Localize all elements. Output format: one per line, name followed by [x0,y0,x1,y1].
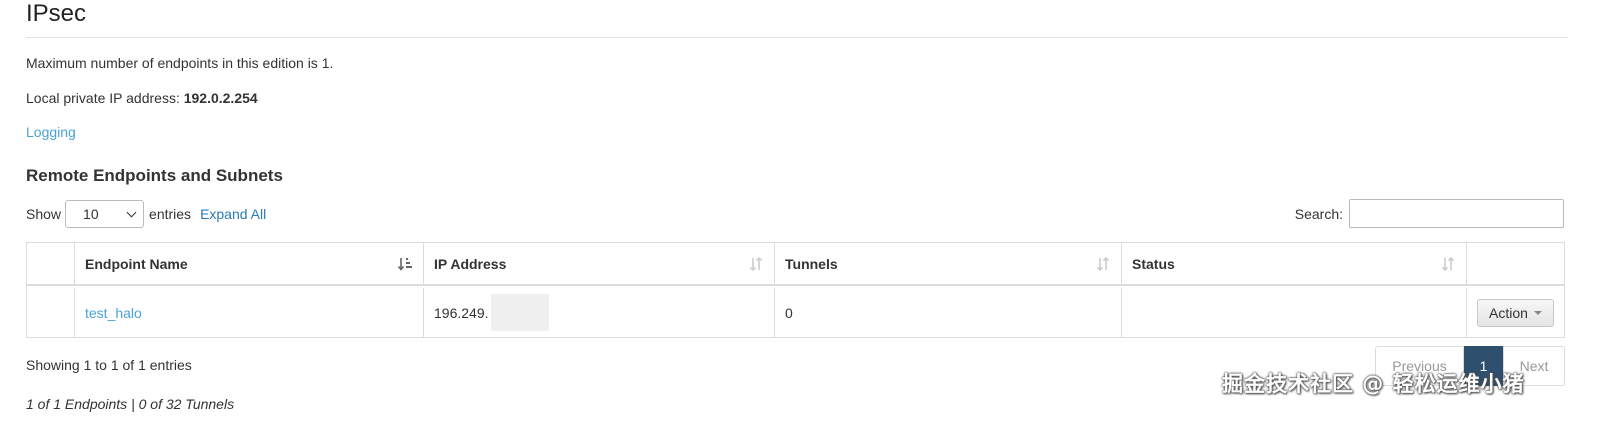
entries-label: entries [149,206,192,222]
search-input[interactable] [1349,199,1564,228]
tunnels-cell: 0 [775,288,1122,337]
expand-all-link[interactable]: Expand All [200,206,266,222]
logging-line: Logging [26,124,76,140]
ip-address-cell: 196.249. [424,288,775,337]
column-header-status[interactable]: Status [1122,243,1467,284]
endpoints-table: Endpoint Name IP Address Tunnels Status [26,242,1565,338]
tunnels-value: 0 [785,304,793,321]
logging-link[interactable]: Logging [26,124,76,140]
table-row: test_halo 196.249. 0 Action [27,288,1564,337]
local-ip-label: Local private IP address: [26,90,184,106]
action-cell: Action [1467,288,1564,337]
page-title: IPsec [26,0,87,27]
watermark: 掘金技术社区 @ 轻松运维小猪 [1222,372,1525,396]
local-ip-line: Local private IP address: 192.0.2.254 [26,90,258,106]
chevron-down-icon [126,207,137,217]
column-label: Endpoint Name [85,255,188,272]
table-header-row: Endpoint Name IP Address Tunnels Status [27,243,1564,286]
local-ip-value: 192.0.2.254 [183,90,258,106]
column-header-endpoint-name[interactable]: Endpoint Name [75,243,424,284]
table-info: Showing 1 to 1 of 1 entries [26,357,192,373]
search-label: Search: [1294,205,1343,222]
action-button[interactable]: Action [1477,298,1554,327]
header-action-column [1467,243,1564,284]
column-label: Tunnels [785,255,838,272]
sort-both-icon [749,256,763,272]
page-size-select[interactable]: 10 [65,200,145,228]
max-endpoints-text: Maximum number of endpoints in this edit… [26,55,334,71]
sort-both-icon [1096,256,1110,272]
title-divider [26,37,1568,38]
redacted-block [490,294,549,331]
ip-address-value: 196.249. [434,304,489,321]
sort-alpha-asc-icon [397,258,412,271]
column-header-ip-address[interactable]: IP Address [424,243,775,284]
section-title: Remote Endpoints and Subnets [26,166,283,185]
endpoints-summary: 1 of 1 Endpoints | 0 of 32 Tunnels [26,396,235,412]
endpoint-name-cell: test_halo [75,288,424,337]
table-search: Search: [1295,199,1564,228]
row-expand-cell[interactable] [27,288,75,337]
status-cell [1122,288,1467,337]
caret-down-icon [1533,310,1542,315]
table-length-controls: Show 10 entries Expand All [26,200,266,228]
show-label: Show [26,206,62,222]
action-label: Action [1489,304,1528,321]
column-header-tunnels[interactable]: Tunnels [775,243,1122,284]
page-size-value: 10 [83,206,99,222]
column-label: IP Address [434,255,507,272]
column-label: Status [1132,255,1175,272]
header-expand-column [27,243,75,284]
endpoint-name-link[interactable]: test_halo [85,305,142,321]
sort-both-icon [1441,256,1455,272]
